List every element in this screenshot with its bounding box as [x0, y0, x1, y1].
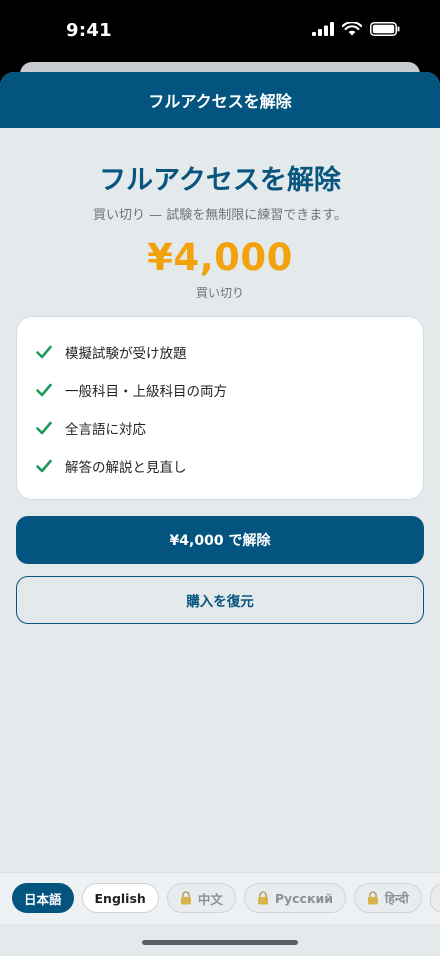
language-label: 日本語 — [24, 891, 62, 907]
checkmark-icon — [36, 345, 52, 359]
wifi-icon — [342, 22, 362, 36]
language-label: English — [94, 890, 146, 906]
sheet-header: フルアクセスを解除 — [0, 72, 440, 128]
language-label: Русский — [274, 890, 333, 906]
checkmark-icon — [36, 459, 52, 473]
cellular-signal-icon — [312, 22, 334, 36]
price-caption: 買い切り — [195, 286, 244, 300]
language-label: 中文 — [197, 891, 223, 907]
restore-purchase-button[interactable]: 購入を復元 — [16, 576, 424, 624]
page-title: フルアクセスを解除 — [99, 165, 341, 196]
feature-label: 全言語に対応 — [65, 422, 146, 438]
feature-item: 解答の解説と見直し — [35, 447, 405, 485]
status-bar: 9:41 — [0, 0, 440, 64]
lock-icon — [367, 891, 378, 905]
language-pill-japanese[interactable]: 日本語 — [12, 883, 74, 913]
feature-label: 模擬試験が受け放題 — [65, 346, 187, 362]
feature-item: 全言語に対応 — [35, 409, 405, 447]
feature-label: 解答の解説と見直し — [65, 460, 187, 476]
language-pill-chinese[interactable]: 中文 — [166, 883, 236, 913]
status-icons — [312, 22, 400, 36]
language-list: 日本語 English 中文 Русский हिन्दी — [12, 883, 440, 913]
language-pill-more[interactable] — [429, 883, 440, 913]
header-title: フルアクセスを解除 — [148, 92, 292, 111]
language-pill-hindi[interactable]: हिन्दी — [353, 883, 422, 913]
feature-item: 一般科目・上級科目の両方 — [35, 371, 405, 409]
language-pill-english[interactable]: English — [81, 883, 159, 913]
home-indicator — [142, 940, 298, 945]
lock-icon — [257, 891, 268, 905]
language-pill-russian[interactable]: Русский — [243, 883, 346, 913]
features-card: 模擬試験が受け放題 一般科目・上級科目の両方 全言語に対応 解答の解説と見直し — [16, 316, 424, 500]
status-time: 9:41 — [66, 20, 112, 41]
paywall-sheet: フルアクセスを解除 フルアクセスを解除 買い切り — 試験を無制限に練習できます… — [0, 72, 440, 956]
feature-item: 模擬試験が受け放題 — [35, 333, 405, 371]
page-subtitle: 買い切り — 試験を無制限に練習できます。 — [93, 208, 347, 223]
language-selector-bar: 日本語 English 中文 Русский हिन्दी — [0, 872, 440, 924]
feature-label: 一般科目・上級科目の両方 — [65, 384, 227, 400]
unlock-button[interactable]: ¥4,000 で解除 — [16, 516, 424, 564]
checkmark-icon — [36, 383, 52, 397]
language-label: हिन्दी — [384, 890, 409, 906]
checkmark-icon — [36, 421, 52, 435]
price-label: ¥4,000 — [147, 236, 293, 279]
lock-icon — [180, 891, 191, 905]
battery-icon — [370, 22, 400, 36]
